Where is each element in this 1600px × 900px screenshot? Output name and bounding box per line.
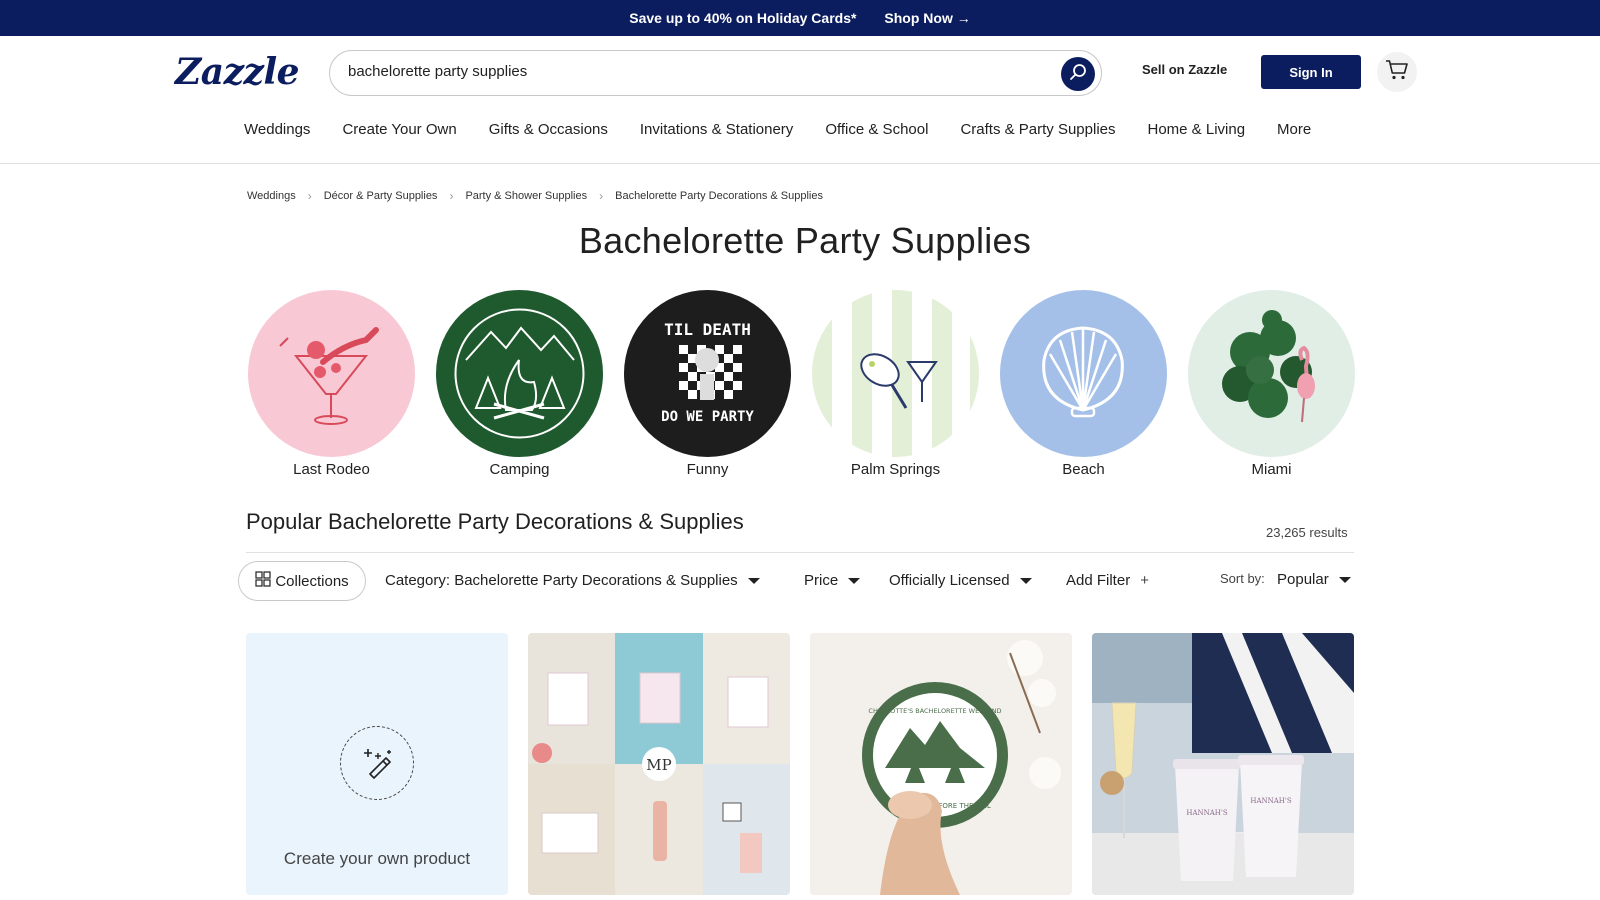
- theme-label: Miami: [1251, 461, 1292, 478]
- search-input[interactable]: [348, 63, 1028, 80]
- create-your-own-label: Create your own product: [283, 849, 471, 868]
- breadcrumb: Weddings › Décor & Party Supplies › Part…: [247, 189, 823, 203]
- nav-item-invitations-stationery[interactable]: Invitations & Stationery: [640, 121, 793, 138]
- search-button[interactable]: [1061, 57, 1095, 91]
- funny-top-text: TIL DEATH: [664, 320, 751, 339]
- collections-button[interactable]: Collections: [238, 561, 366, 601]
- theme-image: TIL DEATH DO WE PARTY: [624, 290, 791, 457]
- nav-item-office-school[interactable]: Office & School: [825, 121, 928, 138]
- create-your-own-card[interactable]: Create your own product: [246, 633, 508, 895]
- cup-text: HANNAH'S: [1186, 809, 1227, 817]
- zazzle-logo[interactable]: Zazzle: [175, 51, 300, 93]
- magic-wand-icon: [340, 726, 414, 800]
- category-nav: Weddings Create Your Own Gifts & Occasio…: [0, 108, 1600, 164]
- product-card-party-collection[interactable]: MP: [528, 633, 790, 895]
- chevron-right-icon: ›: [599, 189, 604, 203]
- sort-dropdown[interactable]: Popular: [1277, 571, 1351, 588]
- section-title: Popular Bachelorette Party Decorations &…: [246, 509, 744, 534]
- product-grid: Create your own product MP CHARLOTTE'S B…: [246, 633, 1354, 895]
- caret-down-icon: [848, 577, 861, 584]
- nav-item-home-living[interactable]: Home & Living: [1148, 121, 1246, 138]
- category-filter[interactable]: Category: Bachelorette Party Decorations…: [385, 572, 760, 589]
- nav-item-gifts-occasions[interactable]: Gifts & Occasions: [489, 121, 608, 138]
- caret-down-icon: [1338, 576, 1351, 583]
- add-filter-label: Add Filter: [1066, 572, 1131, 589]
- theme-label: Beach: [1062, 461, 1105, 478]
- caret-down-icon: [747, 577, 760, 584]
- theme-label: Palm Springs: [850, 461, 941, 478]
- search-bar: [329, 50, 1102, 96]
- theme-last-rodeo[interactable]: Last Rodeo: [248, 290, 415, 478]
- product-card-cups[interactable]: HANNAH'S HANNAH'S: [1092, 633, 1354, 895]
- theme-label: Camping: [489, 461, 550, 478]
- theme-image: [812, 290, 979, 457]
- product-image: MP: [528, 633, 790, 895]
- sort-value: Popular: [1277, 571, 1329, 588]
- product-image: HANNAH'S HANNAH'S: [1092, 633, 1354, 895]
- price-filter[interactable]: Price: [804, 572, 861, 589]
- theme-label: Funny: [686, 461, 729, 478]
- theme-palm-springs[interactable]: Palm Springs: [812, 290, 979, 478]
- search-icon: [1069, 63, 1087, 86]
- sell-on-zazzle-link[interactable]: Sell on Zazzle: [1142, 62, 1227, 77]
- theme-image: [436, 290, 603, 457]
- price-filter-label: Price: [804, 572, 839, 589]
- cart-icon: [1385, 59, 1409, 86]
- grid-icon: [255, 571, 271, 591]
- theme-camping[interactable]: Camping: [436, 290, 603, 478]
- theme-carousel: Last Rodeo Camping TIL DEATH DO WE PARTY…: [248, 290, 1355, 478]
- promo-text[interactable]: Save up to 40% on Holiday Cards*: [629, 10, 856, 26]
- nav-item-create-your-own[interactable]: Create Your Own: [342, 121, 456, 138]
- category-filter-label: Category: Bachelorette Party Decorations…: [385, 572, 738, 589]
- sticker-text: CHARLOTTE'S BACHELORETTE WEEKEND: [868, 707, 1001, 715]
- theme-miami[interactable]: Miami: [1188, 290, 1355, 478]
- add-filter-button[interactable]: Add Filter +: [1066, 572, 1149, 589]
- results-count: 23,265 results: [1266, 525, 1348, 540]
- cup-text: HANNAH'S: [1250, 797, 1291, 805]
- promo-shop-now-link[interactable]: Shop Now →: [884, 10, 970, 26]
- theme-image: [1188, 290, 1355, 457]
- caret-down-icon: [1019, 577, 1032, 584]
- theme-label: Last Rodeo: [293, 461, 370, 478]
- sort-label: Sort by:: [1220, 571, 1265, 586]
- breadcrumb-item[interactable]: Weddings: [247, 190, 296, 202]
- monogram-text: MP: [646, 756, 671, 774]
- officially-licensed-filter[interactable]: Officially Licensed: [889, 572, 1032, 589]
- breadcrumb-item[interactable]: Party & Shower Supplies: [465, 190, 587, 202]
- nav-item-weddings[interactable]: Weddings: [244, 121, 310, 138]
- cart-button[interactable]: [1377, 52, 1417, 92]
- theme-image: [248, 290, 415, 457]
- collections-label: Collections: [275, 572, 349, 590]
- theme-funny[interactable]: TIL DEATH DO WE PARTY Funny: [624, 290, 791, 478]
- chevron-right-icon: ›: [449, 189, 454, 203]
- site-header: Zazzle Sell on Zazzle Sign In: [0, 36, 1600, 108]
- product-image: CHARLOTTE'S BACHELORETTE WEEKEND BEFORE …: [810, 633, 1072, 895]
- divider: [246, 552, 1354, 553]
- sign-in-button[interactable]: Sign In: [1261, 55, 1361, 89]
- nav-item-crafts-party-supplies[interactable]: Crafts & Party Supplies: [960, 121, 1115, 138]
- breadcrumb-item[interactable]: Décor & Party Supplies: [324, 190, 438, 202]
- product-card-sticker[interactable]: CHARLOTTE'S BACHELORETTE WEEKEND BEFORE …: [810, 633, 1072, 895]
- funny-bottom-text: DO WE PARTY: [661, 409, 754, 425]
- breadcrumb-item[interactable]: Bachelorette Party Decorations & Supplie…: [615, 190, 823, 202]
- chevron-right-icon: ›: [307, 189, 312, 203]
- theme-image: [1000, 290, 1167, 457]
- plus-icon: +: [1140, 572, 1149, 589]
- licensed-filter-label: Officially Licensed: [889, 572, 1010, 589]
- nav-item-more[interactable]: More: [1277, 121, 1311, 138]
- page-title: Bachelorette Party Supplies: [578, 220, 1032, 261]
- theme-beach[interactable]: Beach: [1000, 290, 1167, 478]
- promo-bar: Save up to 40% on Holiday Cards* Shop No…: [0, 0, 1600, 36]
